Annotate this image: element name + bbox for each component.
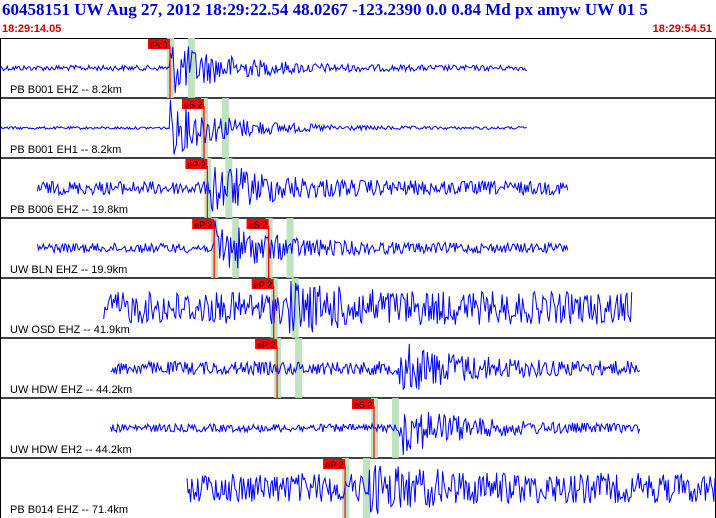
- pick-window: [225, 158, 233, 218]
- pick-label: eP 2: [187, 160, 205, 170]
- waveform-trace[interactable]: [110, 343, 641, 391]
- pick-label: eP 2: [194, 220, 212, 230]
- waveform-trace[interactable]: [186, 465, 716, 515]
- waveform-trace[interactable]: [36, 220, 569, 269]
- pick-label: iPc0: [150, 40, 168, 50]
- channel-label: UW OSD EHZ -- 41.9km: [10, 324, 130, 336]
- seismogram-panel[interactable]: iPc0 eS 2 eP 2 eP 2 eS 2 eP 2 eP 2 eS 2 eP 2: [0, 0, 716, 518]
- channel-label: PB B001 EH1 -- 8.2km: [10, 144, 122, 156]
- channel-label: PB B006 EHZ -- 19.8km: [10, 204, 128, 216]
- channel-label: PB B001 EHZ -- 8.2km: [10, 84, 122, 96]
- channel-label: UW BLN EHZ -- 19.9km: [10, 264, 128, 276]
- channel-label: PB B014 EHZ -- 71.4km: [10, 504, 128, 516]
- pick-label: eP 2: [254, 280, 272, 290]
- pick-label: eS 2: [184, 100, 203, 110]
- pick-label: eS 2: [354, 400, 373, 410]
- pick-label: eS 2: [249, 220, 268, 230]
- channel-label: UW HDW EHZ -- 44.2km: [10, 384, 133, 396]
- waveform-trace[interactable]: [103, 281, 633, 334]
- channel-label: UW HDW EH2 -- 44.2km: [10, 444, 132, 456]
- pick-label: eP 2: [257, 340, 275, 350]
- pick-label: eP 2: [325, 460, 343, 470]
